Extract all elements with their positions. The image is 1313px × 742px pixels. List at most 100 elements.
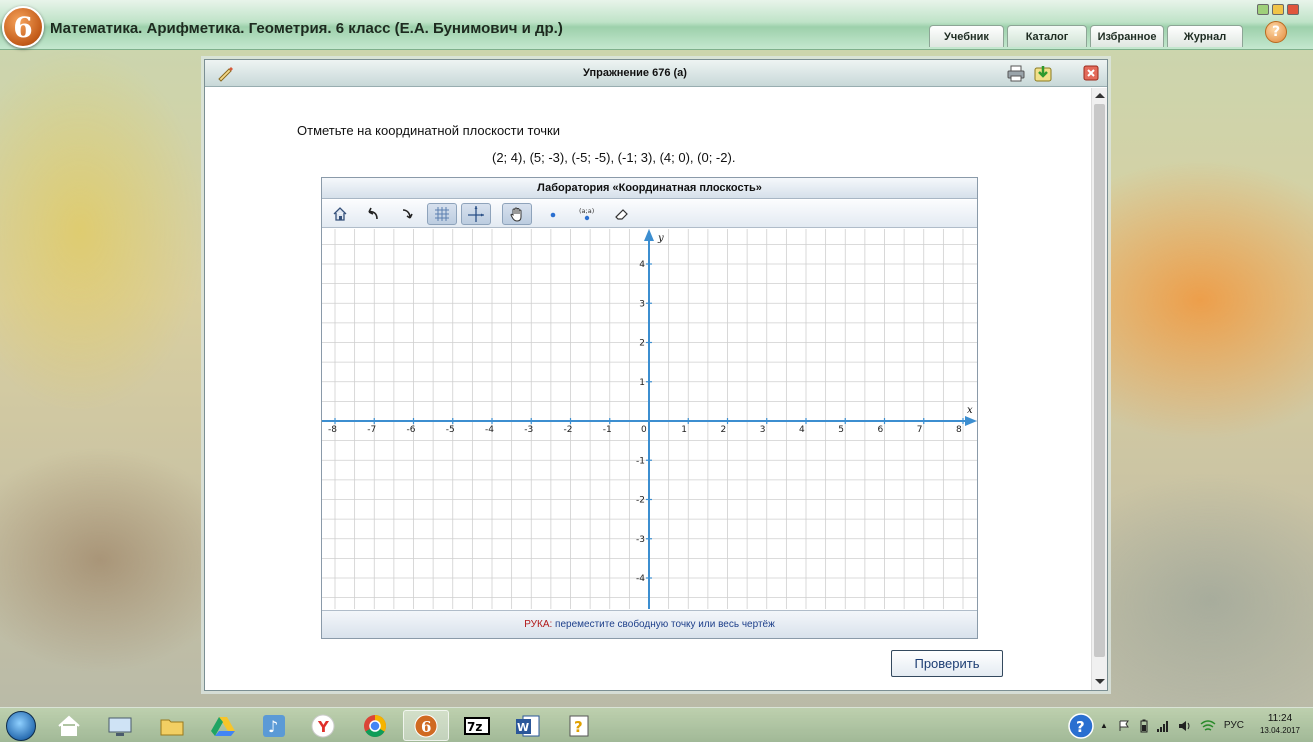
clock[interactable]: 11:24 13.04.2017 <box>1252 713 1308 737</box>
flag-icon[interactable] <box>1118 720 1130 732</box>
close-exercise-icon[interactable] <box>1081 63 1101 83</box>
grid-toggle[interactable] <box>427 203 457 225</box>
taskbar: ♪ Y 6 7z W ? ? ▲ РУС 11:24 13.04.2017 <box>0 707 1313 742</box>
music-icon[interactable]: ♪ <box>251 710 297 741</box>
x-tick-label: 1 <box>681 425 687 435</box>
home-icon <box>333 207 347 221</box>
tray-expand-icon[interactable]: ▲ <box>1100 721 1108 730</box>
network-icon[interactable] <box>1200 719 1216 732</box>
chrome-icon[interactable] <box>352 710 398 741</box>
svg-text:Y: Y <box>317 718 330 736</box>
google-drive-icon[interactable] <box>200 710 246 741</box>
y-tick-label: 1 <box>639 378 645 388</box>
lab-toolbar: (a;a) <box>322 200 977 228</box>
lab-status-bar: РУКА: переместите свободную точку или ве… <box>322 610 977 638</box>
help-tray-icon[interactable]: ? <box>1068 712 1094 739</box>
clock-time: 11:24 <box>1267 713 1293 724</box>
grid-icon <box>435 207 449 221</box>
x-tick-label: -1 <box>603 425 612 435</box>
print-icon[interactable] <box>1006 63 1026 83</box>
x-tick-label: 8 <box>956 425 962 435</box>
tab-izbrannoe[interactable]: Избранное <box>1090 25 1164 47</box>
x-tick-label: 3 <box>760 425 766 435</box>
point-icon <box>550 212 556 218</box>
y-axis-arrow <box>644 229 654 241</box>
hand-tool[interactable] <box>502 203 532 225</box>
y-tick-label: -2 <box>636 496 645 506</box>
app-logo: 6 <box>2 6 44 48</box>
y-tick-label: 2 <box>639 339 645 349</box>
coordinate-plane[interactable]: x y -8 -7 -6 -5 -4 -3 -2 -1 0 1 2 3 4 5 6 7 8 4 3 2 1 -1 -2 -3 -4 <box>322 229 977 609</box>
x-tick-label: 4 <box>799 425 805 435</box>
x-axis-label: x <box>967 405 973 416</box>
x-tick-label: -7 <box>367 425 376 435</box>
svg-text:(a;a): (a;a) <box>579 207 594 215</box>
volume-icon[interactable] <box>1178 720 1192 732</box>
tab-katalog[interactable]: Каталог <box>1007 25 1087 47</box>
app-title: Математика. Арифметика. Геометрия. 6 кла… <box>50 20 563 37</box>
vertical-scrollbar[interactable] <box>1091 88 1107 690</box>
system-tray: ? ▲ РУС <box>1068 708 1244 742</box>
word-icon[interactable]: W <box>505 710 551 741</box>
instruction-text: Отметьте на координатной плоскости точки <box>297 123 560 138</box>
eraser-tool[interactable] <box>606 203 636 225</box>
home-button[interactable] <box>325 203 355 225</box>
y-tick-label: 4 <box>639 260 645 270</box>
point-coordinates-icon: (a;a) <box>579 207 594 221</box>
svg-text:W: W <box>517 721 529 734</box>
svg-text:7z: 7z <box>467 720 482 734</box>
x-tick-label: -2 <box>564 425 573 435</box>
y-tick-label: -1 <box>636 456 645 466</box>
language-indicator[interactable]: РУС <box>1224 720 1244 731</box>
close-app-button[interactable] <box>1287 4 1299 15</box>
axes-toggle[interactable] <box>461 203 491 225</box>
svg-text:♪: ♪ <box>268 717 278 736</box>
status-tool-name: РУКА: <box>524 619 553 630</box>
exercise-header: Упражнение 676 (а) <box>205 60 1107 87</box>
folder-icon[interactable] <box>149 710 195 741</box>
help-button[interactable]: ? <box>1265 21 1287 43</box>
scroll-down-arrow[interactable] <box>1095 679 1105 684</box>
maximize-button[interactable] <box>1272 4 1284 15</box>
explorer-icon[interactable] <box>46 710 92 741</box>
start-button[interactable] <box>6 711 36 741</box>
signal-icon[interactable] <box>1156 720 1170 732</box>
exercise-window: Упражнение 676 (а) Отметьте на координат… <box>204 59 1108 691</box>
minimize-button[interactable] <box>1257 4 1269 15</box>
x-tick-label: -3 <box>524 425 533 435</box>
yandex-browser-icon[interactable]: Y <box>300 710 346 741</box>
y-tick-label: -4 <box>636 574 645 584</box>
undo-button[interactable] <box>358 203 388 225</box>
y-tick-label: 3 <box>639 299 645 309</box>
hand-icon <box>510 207 522 222</box>
svg-text:?: ? <box>574 718 583 736</box>
download-icon[interactable] <box>1033 63 1053 83</box>
point-tool[interactable] <box>538 203 568 225</box>
7zip-icon[interactable]: 7z <box>454 710 500 741</box>
scroll-up-arrow[interactable] <box>1095 93 1105 98</box>
redo-button[interactable] <box>392 203 422 225</box>
textbook-app-icon[interactable]: 6 <box>403 710 449 741</box>
x-tick-label: -8 <box>328 425 337 435</box>
help-file-icon[interactable]: ? <box>556 710 602 741</box>
x-tick-label: 2 <box>721 425 727 435</box>
coordinate-lab: Лаборатория «Координатная плоскость» (a;… <box>321 177 978 639</box>
point-coordinates-tool[interactable]: (a;a) <box>572 203 602 225</box>
svg-text:6: 6 <box>421 718 431 736</box>
x-tick-label: -5 <box>446 425 455 435</box>
y-tick-label: -3 <box>636 535 645 545</box>
app-title-bar: 6 Математика. Арифметика. Геометрия. 6 к… <box>0 0 1313 50</box>
y-axis-label: y <box>657 233 664 244</box>
monitor-icon[interactable] <box>97 710 143 741</box>
battery-icon[interactable] <box>1140 719 1148 733</box>
x-tick-label: -6 <box>407 425 416 435</box>
x-axis-arrow <box>965 416 977 426</box>
undo-icon <box>368 207 378 220</box>
scroll-thumb[interactable] <box>1094 104 1105 657</box>
check-button[interactable]: Проверить <box>891 650 1003 677</box>
exercise-title: Упражнение 676 (а) <box>583 67 687 79</box>
tab-uchebnik[interactable]: Учебник <box>929 25 1004 47</box>
x-tick-label: 5 <box>838 425 844 435</box>
axes-icon <box>468 206 484 222</box>
tab-zhurnal[interactable]: Журнал <box>1167 25 1243 47</box>
